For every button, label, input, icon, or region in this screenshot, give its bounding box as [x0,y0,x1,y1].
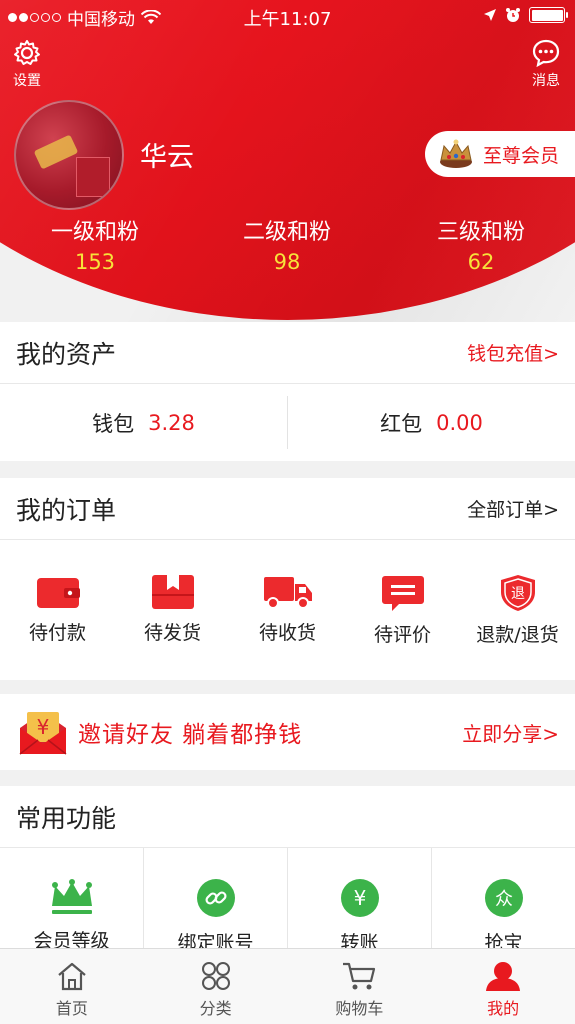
profile-header: 中国移动 上午11:07 设置 消息 华云 至尊会员 一级和粉 153 二级和粉… [0,0,575,322]
function-label: 会员等级 [33,930,110,948]
settings-button[interactable]: 设置 [12,38,42,90]
red-envelope-icon: ¥ [19,712,67,755]
function-transfer[interactable]: ¥ 转账 [288,848,432,948]
order-pending-receipt[interactable]: 待收货 [230,574,345,680]
wallet-recharge-link[interactable]: 钱包充值> [467,339,559,366]
function-label: 转账 [340,932,379,948]
crown-icon [440,139,472,168]
alarm-icon [506,8,520,22]
function-label: 绑定账号 [177,932,254,948]
fans-level-2[interactable]: 二级和粉 98 [192,214,382,274]
order-label: 待付款 [28,622,86,644]
svg-text:退: 退 [511,586,525,602]
order-refund[interactable]: 退 退款/退货 [460,574,575,680]
wallet-icon [36,578,80,608]
function-member-level[interactable]: 会员等级 [0,848,144,948]
svg-text:众: 众 [495,889,513,910]
function-label: 抢宝 [484,932,523,948]
functions-title: 常用功能 [16,803,117,833]
link-icon [196,879,235,917]
wallet-label: 钱包 [92,411,135,436]
redpacket-item[interactable]: 红包 0.00 [288,384,575,461]
avatar[interactable] [14,100,124,210]
box-icon [151,575,194,609]
invite-text: 邀请好友 躺着都挣钱 [78,722,303,748]
fans-level-3[interactable]: 三级和粉 62 [386,214,575,274]
fans-count: 98 [273,250,301,274]
home-icon [58,962,86,991]
vip-label: 至尊会员 [483,144,560,167]
redpacket-label: 红包 [380,411,423,436]
refund-shield-icon: 退 [500,575,535,611]
assets-section: 我的资产 钱包充值> 钱包 3.28 红包 0.00 [0,322,575,461]
redpacket-value: 0.00 [436,410,483,435]
function-bind-account[interactable]: 绑定账号 [144,848,288,948]
wallet-item[interactable]: 钱包 3.28 [0,384,287,461]
order-pending-payment[interactable]: 待付款 [0,574,115,680]
all-orders-link[interactable]: 全部订单> [467,495,559,522]
cart-icon [343,962,376,990]
tab-cart[interactable]: 购物车 [288,949,432,1024]
gear-icon [14,40,40,65]
fans-label: 一级和粉 [50,220,139,245]
truck-icon [263,577,312,609]
yuan-icon: ¥ [340,879,379,917]
chat-bubble-icon [532,39,560,68]
crown-icon [51,879,92,914]
vip-badge[interactable]: 至尊会员 [425,131,575,177]
tab-profile[interactable]: 我的 [431,949,575,1024]
messages-label: 消息 [532,73,560,89]
tab-home[interactable]: 首页 [0,949,144,1024]
assets-title: 我的资产 [16,339,117,369]
fans-count: 62 [467,250,495,274]
status-bar: 中国移动 上午11:07 [0,0,575,34]
order-label: 待评价 [373,624,431,646]
username: 华云 [140,142,194,173]
location-icon [484,9,496,21]
tab-label: 购物车 [335,999,384,1018]
svg-text:¥: ¥ [353,886,366,910]
profile-icon [486,962,521,991]
fans-level-1[interactable]: 一级和粉 153 [0,214,190,274]
tab-label: 首页 [55,999,88,1018]
comment-icon [381,576,424,611]
share-now-link[interactable]: 立即分享> [462,718,559,747]
settings-label: 设置 [13,73,41,89]
category-icon [201,962,230,990]
orders-title: 我的订单 [16,495,117,525]
order-label: 待发货 [143,622,201,644]
tab-label: 我的 [487,999,520,1018]
orders-section: 我的订单 全部订单> 待付款 待发货 待收货 待评价 退 退款/退货 [0,478,575,680]
invite-banner[interactable]: ¥ 邀请好友 躺着都挣钱 立即分享> [0,694,575,770]
wallet-value: 3.28 [148,410,195,435]
order-label: 待收货 [258,622,316,644]
functions-section: 常用功能 会员等级 绑定账号 ¥ 转账 众 抢宝 [0,786,575,948]
fans-label: 二级和粉 [242,220,331,245]
battery-icon [529,7,568,23]
order-label: 退款/退货 [476,624,559,646]
order-pending-review[interactable]: 待评价 [345,574,460,680]
fans-count: 153 [74,250,116,274]
crowd-icon: 众 [484,879,523,917]
svg-text:¥: ¥ [37,715,50,739]
tab-label: 分类 [199,999,232,1018]
fans-label: 三级和粉 [436,220,525,245]
tab-category[interactable]: 分类 [144,949,288,1024]
function-snatch[interactable]: 众 抢宝 [432,848,575,948]
messages-button[interactable]: 消息 [531,38,561,90]
tab-bar: 首页 分类 购物车 我的 [0,948,575,1024]
order-pending-shipment[interactable]: 待发货 [115,574,230,680]
